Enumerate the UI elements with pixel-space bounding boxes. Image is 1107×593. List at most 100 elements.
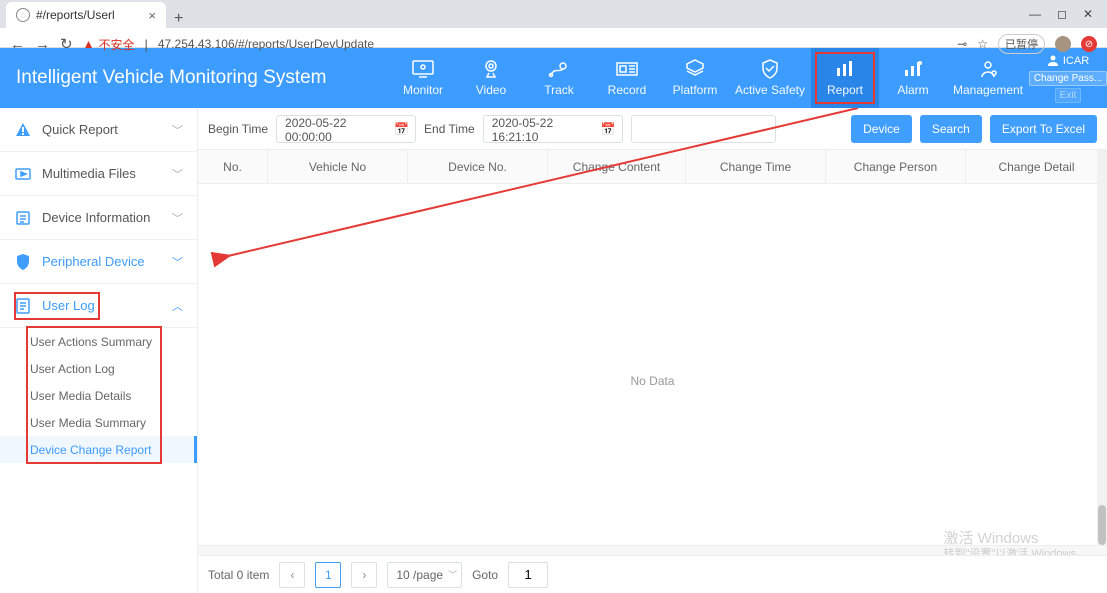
app-title: Intelligent Vehicle Monitoring System — [0, 67, 327, 89]
scrollbar-vertical[interactable] — [1097, 150, 1107, 545]
browser-tab[interactable]: ◌ #/reports/Userl × — [6, 2, 166, 28]
search-text-input[interactable] — [631, 115, 776, 143]
nav-track[interactable]: Track — [525, 48, 593, 108]
shield-icon — [759, 59, 781, 79]
begin-time-label: Begin Time — [208, 122, 268, 136]
change-pass-button[interactable]: Change Pass... — [1029, 71, 1107, 86]
col-no: No. — [198, 150, 268, 183]
sidebar-sub-device-change[interactable]: Device Change Report — [0, 436, 197, 463]
pager-next[interactable]: › — [351, 562, 377, 588]
col-time: Change Time — [686, 150, 826, 183]
chevron-down-icon: ﹀ — [172, 210, 183, 226]
nav-active-safety[interactable]: Active Safety — [729, 48, 811, 108]
sidebar-label: User Log — [42, 298, 95, 313]
pager-goto-input[interactable] — [508, 562, 548, 588]
media-icon — [14, 165, 32, 183]
sidebar-user-log[interactable]: User Log ︿ — [0, 284, 197, 328]
insecure-badge[interactable]: ▲ 不安全 — [83, 36, 135, 53]
nav-label: Monitor — [403, 83, 443, 97]
nav-management[interactable]: Management — [947, 48, 1029, 108]
sidebar-sub-action-log[interactable]: User Action Log — [0, 355, 197, 382]
user-name: ICAR — [1063, 55, 1089, 67]
sidebar-user-log-group: User Log ︿ User Actions Summary User Act… — [0, 284, 197, 463]
begin-time-input[interactable]: 2020-05-22 00:00:00 📅 — [276, 115, 416, 143]
sidebar: Quick Report ﹀ Multimedia Files ﹀ Device… — [0, 108, 198, 593]
end-time-label: End Time — [424, 122, 475, 136]
col-detail: Change Detail — [966, 150, 1107, 183]
forward-icon[interactable]: → — [35, 36, 50, 53]
col-vehicle: Vehicle No — [268, 150, 408, 183]
export-button[interactable]: Export To Excel — [990, 115, 1097, 143]
reload-icon[interactable]: ↻ — [60, 35, 73, 53]
management-icon — [977, 59, 999, 79]
user-panel: ICAR Change Pass... Exit — [1029, 48, 1107, 108]
chevron-down-icon: ﹀ — [172, 254, 183, 270]
pager-goto-label: Goto — [472, 568, 498, 582]
new-tab-button[interactable]: + — [166, 10, 191, 28]
sidebar-peripheral[interactable]: Peripheral Device ﹀ — [0, 240, 197, 284]
sidebar-sub-media-details[interactable]: User Media Details — [0, 382, 197, 409]
pager-prev[interactable]: ‹ — [279, 562, 305, 588]
back-icon[interactable]: ← — [10, 36, 25, 53]
minimize-icon[interactable]: — — [1029, 7, 1041, 21]
warning-icon — [14, 121, 32, 139]
pager-page-size[interactable]: 10 /page — [387, 562, 462, 588]
insecure-label: 不安全 — [98, 36, 134, 53]
nav-label: Track — [544, 83, 574, 97]
exit-button[interactable]: Exit — [1055, 88, 1082, 103]
sidebar-sub-actions-summary[interactable]: User Actions Summary — [0, 328, 197, 355]
nav-report[interactable]: Report — [811, 48, 879, 108]
platform-icon — [684, 59, 706, 79]
nav-monitor[interactable]: Monitor — [389, 48, 457, 108]
nav-alarm[interactable]: Alarm — [879, 48, 947, 108]
alarm-icon — [902, 59, 924, 79]
chevron-down-icon: ﹀ — [172, 122, 183, 138]
col-person: Change Person — [826, 150, 966, 183]
calendar-icon: 📅 — [394, 122, 409, 136]
sidebar-quick-report[interactable]: Quick Report ﹀ — [0, 108, 197, 152]
sidebar-label: Quick Report — [42, 122, 118, 137]
close-window-icon[interactable]: ✕ — [1083, 7, 1093, 21]
close-icon[interactable]: × — [148, 8, 156, 23]
user-icon — [1047, 54, 1059, 69]
record-icon — [616, 59, 638, 79]
window-controls: — ◻ ✕ — [1015, 0, 1107, 28]
nav-label: Report — [827, 83, 863, 97]
chart-icon — [834, 59, 856, 79]
end-time-value: 2020-05-22 16:21:10 — [492, 116, 553, 144]
sidebar-device-info[interactable]: Device Information ﹀ — [0, 196, 197, 240]
pager-total: Total 0 item — [208, 568, 269, 582]
app-body: Quick Report ﹀ Multimedia Files ﹀ Device… — [0, 108, 1107, 593]
watermark-line1: 激活 Windows — [944, 530, 1088, 548]
end-time-input[interactable]: 2020-05-22 16:21:10 📅 — [483, 115, 623, 143]
pager-page-1[interactable]: 1 — [315, 562, 341, 588]
sidebar-sub-media-summary[interactable]: User Media Summary — [0, 409, 197, 436]
col-device: Device No. — [408, 150, 548, 183]
toolbar: Begin Time 2020-05-22 00:00:00 📅 End Tim… — [198, 108, 1107, 150]
pagination: Total 0 item ‹ 1 › 10 /page Goto — [198, 555, 1107, 593]
nav-record[interactable]: Record — [593, 48, 661, 108]
search-button[interactable]: Search — [920, 115, 982, 143]
chevron-up-icon: ︿ — [172, 298, 183, 314]
main-content: Begin Time 2020-05-22 00:00:00 📅 End Tim… — [198, 108, 1107, 593]
nav-label: Alarm — [897, 83, 928, 97]
log-icon — [14, 297, 32, 315]
maximize-icon[interactable]: ◻ — [1057, 7, 1067, 21]
warning-icon: ▲ — [83, 37, 95, 51]
nav-video[interactable]: Video — [457, 48, 525, 108]
top-nav: Monitor Video Track Record Platform Acti… — [389, 48, 1107, 108]
video-icon — [480, 59, 502, 79]
table-header: No. Vehicle No Device No. Change Content… — [198, 150, 1107, 184]
sidebar-label: Peripheral Device — [42, 254, 145, 269]
nav-label: Management — [953, 83, 1023, 97]
app-header: Intelligent Vehicle Monitoring System Mo… — [0, 48, 1107, 108]
nav-label: Platform — [673, 83, 718, 97]
nav-label: Record — [608, 83, 647, 97]
begin-time-value: 2020-05-22 00:00:00 — [285, 116, 346, 144]
info-icon — [14, 209, 32, 227]
url-text[interactable]: 47.254.43.106/#/reports/UserDevUpdate — [158, 37, 374, 51]
sidebar-multimedia[interactable]: Multimedia Files ﹀ — [0, 152, 197, 196]
nav-platform[interactable]: Platform — [661, 48, 729, 108]
device-button[interactable]: Device — [851, 115, 912, 143]
monitor-icon — [412, 59, 434, 79]
